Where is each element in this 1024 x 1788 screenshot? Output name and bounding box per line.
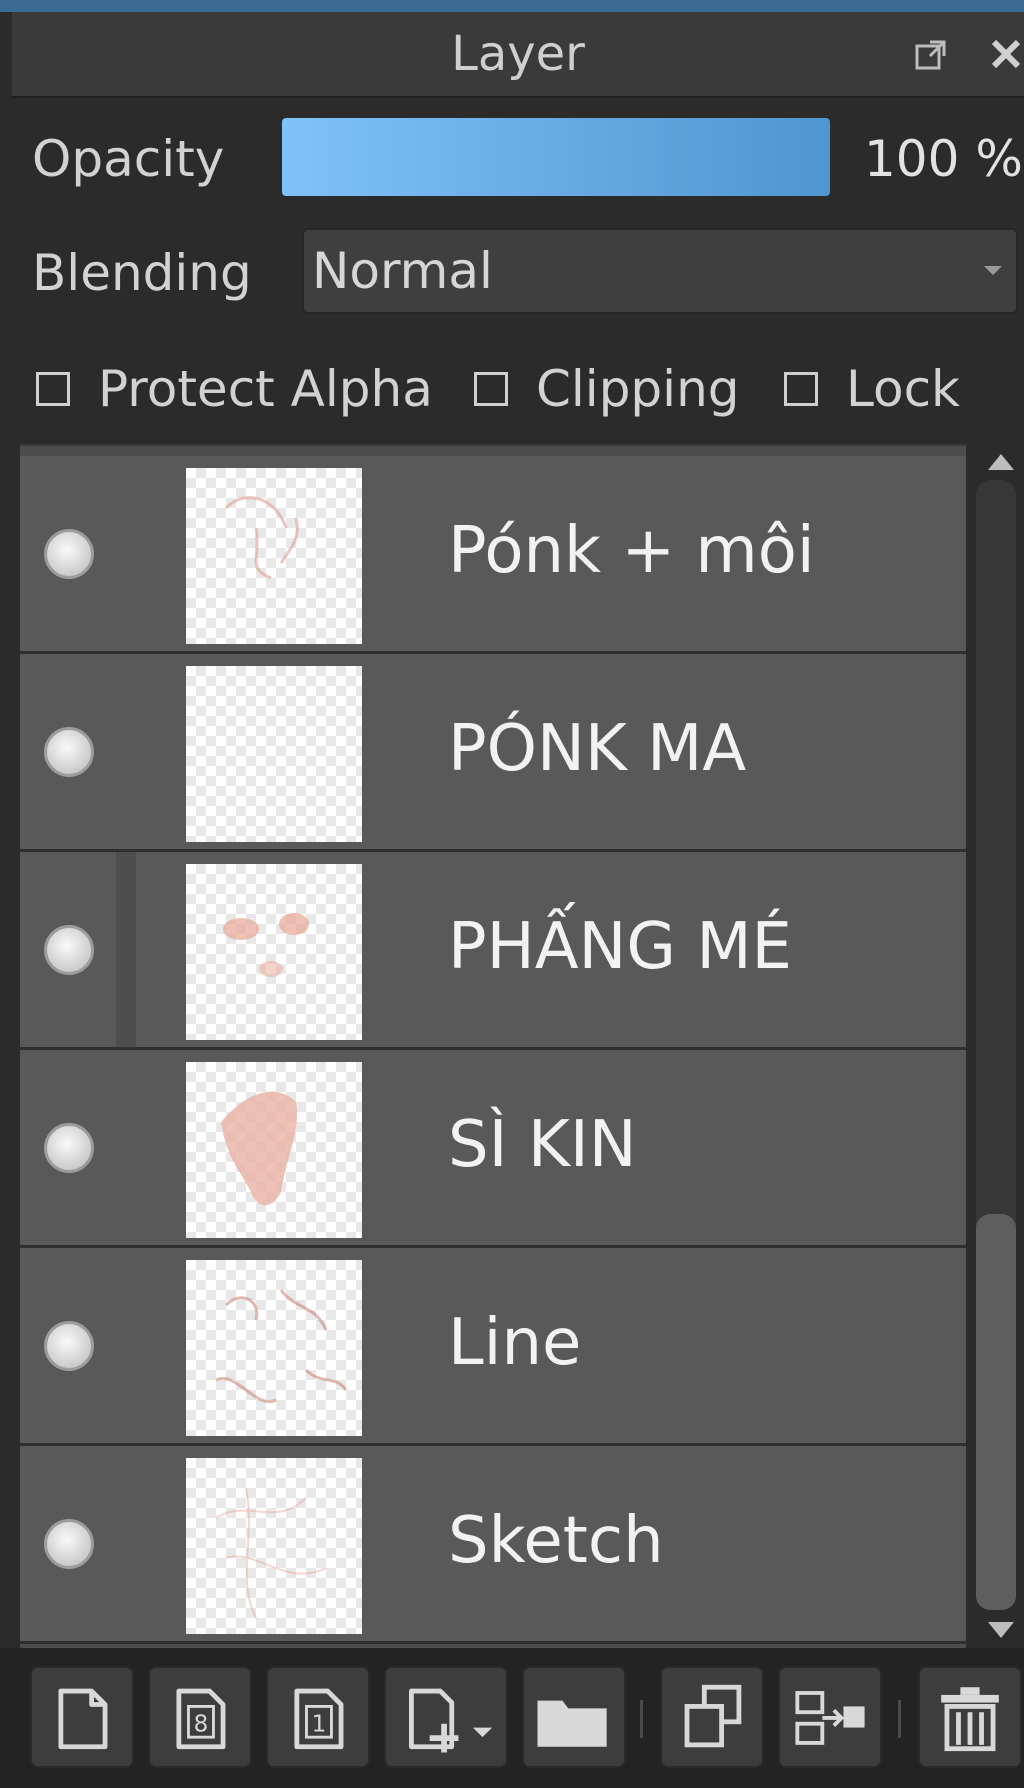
layer-thumbnail xyxy=(186,1260,362,1436)
toolbar-separator xyxy=(640,1700,643,1738)
layer-row[interactable]: PHẤNG MÉ xyxy=(20,852,966,1050)
layer-thumbnail xyxy=(186,468,362,644)
layer-name: SÌ KIN xyxy=(448,1108,637,1182)
layer-row[interactable]: Line xyxy=(20,1248,966,1446)
layer-thumbnail xyxy=(186,1062,362,1238)
clipping-label: Clipping xyxy=(536,360,740,418)
svg-text:1: 1 xyxy=(312,1711,327,1737)
visibility-eye-icon[interactable] xyxy=(44,1122,94,1173)
layer-thumbnail xyxy=(186,666,362,842)
new-1bit-layer-button[interactable]: 1 xyxy=(266,1666,370,1768)
duplicate-layer-icon xyxy=(684,1684,742,1748)
close-icon[interactable] xyxy=(988,36,1024,72)
opacity-label: Opacity xyxy=(32,130,225,188)
checkbox-box[interactable] xyxy=(784,372,818,406)
protect-alpha-label: Protect Alpha xyxy=(98,360,433,418)
protect-alpha-checkbox[interactable]: Protect Alpha xyxy=(36,360,433,418)
scroll-down-icon[interactable] xyxy=(988,1622,1014,1638)
blending-selected-value: Normal xyxy=(312,242,493,300)
blending-label: Blending xyxy=(32,244,252,302)
duplicate-layer-button[interactable] xyxy=(660,1666,764,1768)
layer-list-scrollbar[interactable] xyxy=(968,444,1024,1648)
detach-icon[interactable] xyxy=(914,38,948,72)
visibility-eye-icon[interactable] xyxy=(44,1518,94,1569)
layer-toolbar: 8 1 xyxy=(0,1648,1024,1788)
layer-name: Line xyxy=(448,1306,582,1380)
new-8bit-layer-icon: 8 xyxy=(176,1688,226,1750)
opacity-value: 100 % xyxy=(864,130,1023,188)
merge-layer-button[interactable] xyxy=(778,1666,882,1768)
visibility-eye-icon[interactable] xyxy=(44,924,94,975)
add-layer-menu-button[interactable] xyxy=(384,1666,508,1768)
new-layer-icon xyxy=(58,1688,108,1750)
opacity-slider[interactable] xyxy=(282,118,830,196)
layer-name: PÓNK MA xyxy=(448,712,747,786)
new-folder-button[interactable] xyxy=(522,1666,626,1768)
scroll-thumb[interactable] xyxy=(976,1214,1016,1610)
layer-list[interactable]: Pónk + môi PÓNK MA PHẤNG MÉ SÌ KIN Line … xyxy=(20,444,966,1650)
panel-title: Layer xyxy=(451,26,585,82)
layer-row[interactable]: PÓNK MA xyxy=(20,654,966,852)
new-layer-button[interactable] xyxy=(30,1666,134,1768)
lock-label: Lock xyxy=(846,360,961,418)
merge-layer-icon xyxy=(795,1691,865,1745)
opacity-slider-fill xyxy=(282,118,830,196)
visibility-eye-icon[interactable] xyxy=(44,528,94,579)
panel-titlebar: Layer xyxy=(12,12,1024,98)
layer-name: Sketch xyxy=(448,1504,664,1578)
clipping-checkbox[interactable]: Clipping xyxy=(474,360,740,418)
blending-select[interactable]: Normal xyxy=(302,228,1018,314)
layer-name: Pónk + môi xyxy=(448,514,815,588)
scroll-up-icon[interactable] xyxy=(988,454,1014,470)
checkbox-box[interactable] xyxy=(474,372,508,406)
panel-top-accent xyxy=(0,0,1024,12)
visibility-eye-icon[interactable] xyxy=(44,1320,94,1371)
toolbar-separator xyxy=(898,1700,901,1738)
chevron-down-icon xyxy=(984,266,1002,275)
layer-thumbnail xyxy=(186,864,362,1040)
svg-text:8: 8 xyxy=(194,1711,209,1737)
layer-thumbnail xyxy=(186,1458,362,1634)
layer-name: PHẤNG MÉ xyxy=(448,910,792,984)
layer-row[interactable]: Pónk + môi xyxy=(20,456,966,654)
add-layer-menu-icon xyxy=(409,1688,493,1753)
lock-checkbox[interactable]: Lock xyxy=(784,360,960,418)
delete-layer-button[interactable] xyxy=(918,1666,1022,1768)
checkbox-box[interactable] xyxy=(36,372,70,406)
new-1bit-layer-icon: 1 xyxy=(294,1688,344,1750)
new-8bit-layer-button[interactable]: 8 xyxy=(148,1666,252,1768)
layer-indent xyxy=(116,852,136,1047)
layer-row[interactable]: Sketch xyxy=(20,1446,966,1644)
delete-layer-icon xyxy=(941,1687,999,1752)
new-folder-icon xyxy=(537,1700,607,1747)
visibility-eye-icon[interactable] xyxy=(44,726,94,777)
layer-row[interactable]: SÌ KIN xyxy=(20,1050,966,1248)
